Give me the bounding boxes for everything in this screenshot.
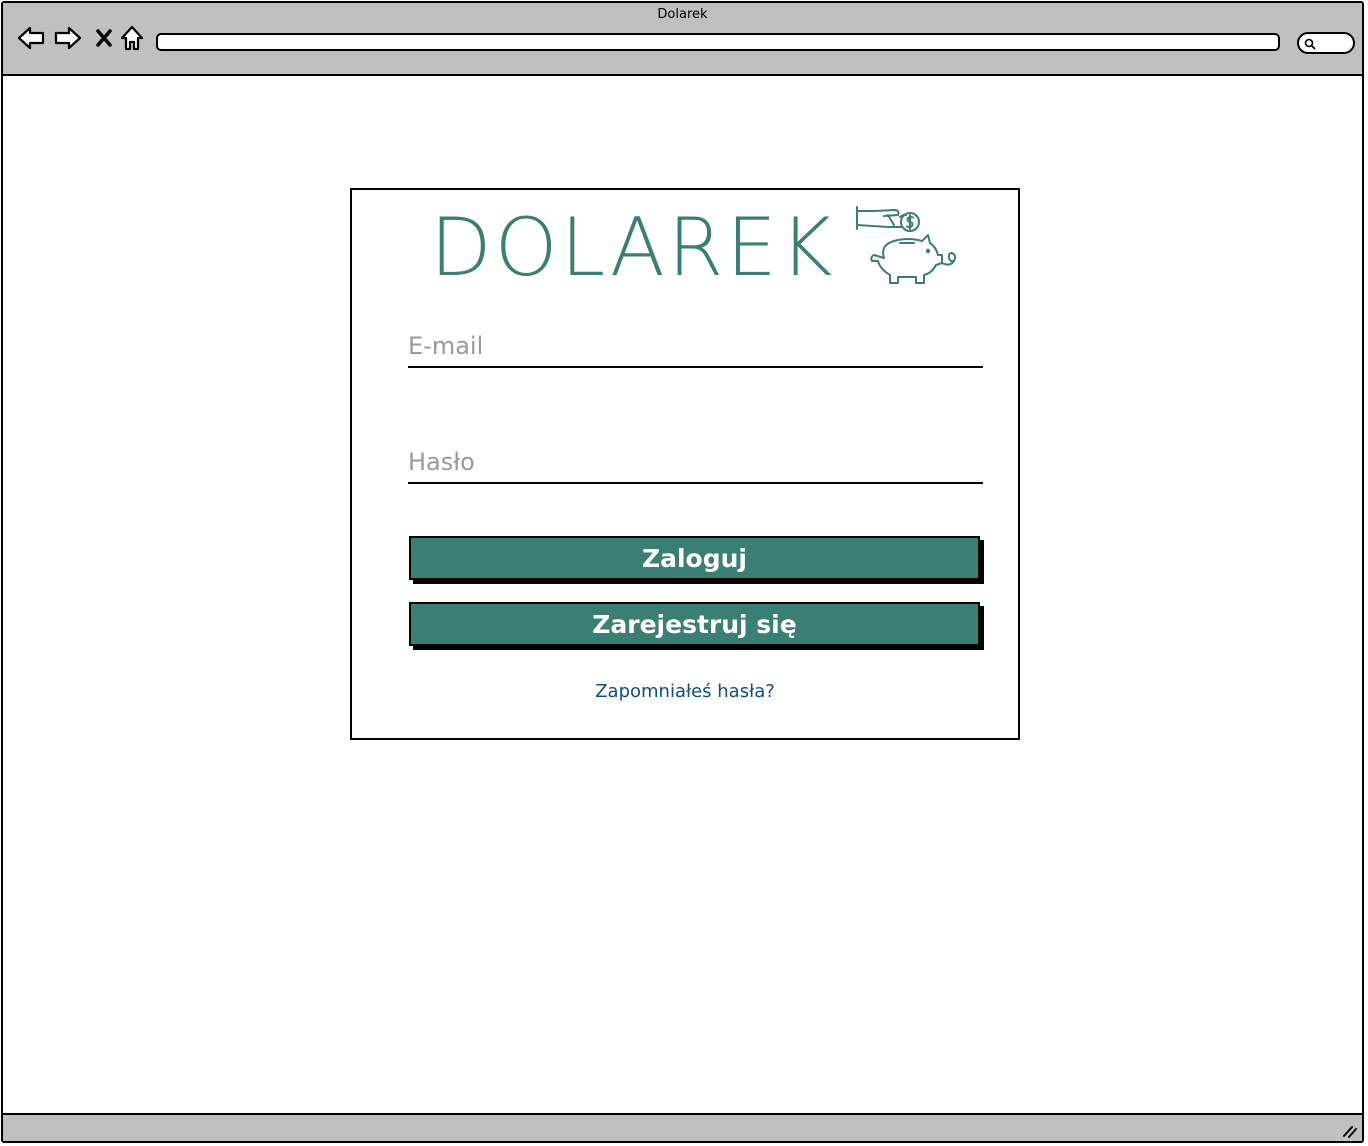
email-input[interactable] — [408, 326, 983, 366]
search-icon — [1304, 38, 1316, 50]
logo-text: DOLAREK — [430, 201, 836, 294]
back-arrow-icon[interactable] — [16, 23, 46, 53]
email-field[interactable] — [408, 326, 983, 368]
register-button[interactable]: Zarejestruj się — [409, 602, 980, 646]
login-card: DOLAREK Zaloguj Zareje — [350, 188, 1020, 740]
browser-search-box[interactable] — [1297, 32, 1355, 54]
address-bar[interactable] — [156, 33, 1280, 51]
home-icon[interactable] — [117, 23, 147, 53]
forgot-password-link[interactable]: Zapomniałeś hasła? — [352, 681, 1018, 702]
forward-arrow-icon[interactable] — [53, 23, 83, 53]
password-input[interactable] — [408, 442, 983, 482]
login-button[interactable]: Zaloguj — [409, 536, 980, 580]
resize-grip-icon[interactable] — [1342, 1124, 1358, 1138]
browser-statusbar — [3, 1113, 1362, 1141]
password-field[interactable] — [408, 442, 983, 484]
piggy-bank-coin-icon — [854, 203, 958, 299]
browser-window: Dolarek DOLAREK E-mail Zaloguj Zarejestr… — [1, 1, 1364, 1143]
browser-titlebar: Dolarek — [3, 3, 1362, 76]
close-icon[interactable] — [89, 23, 119, 53]
window-title: Dolarek — [657, 7, 708, 22]
